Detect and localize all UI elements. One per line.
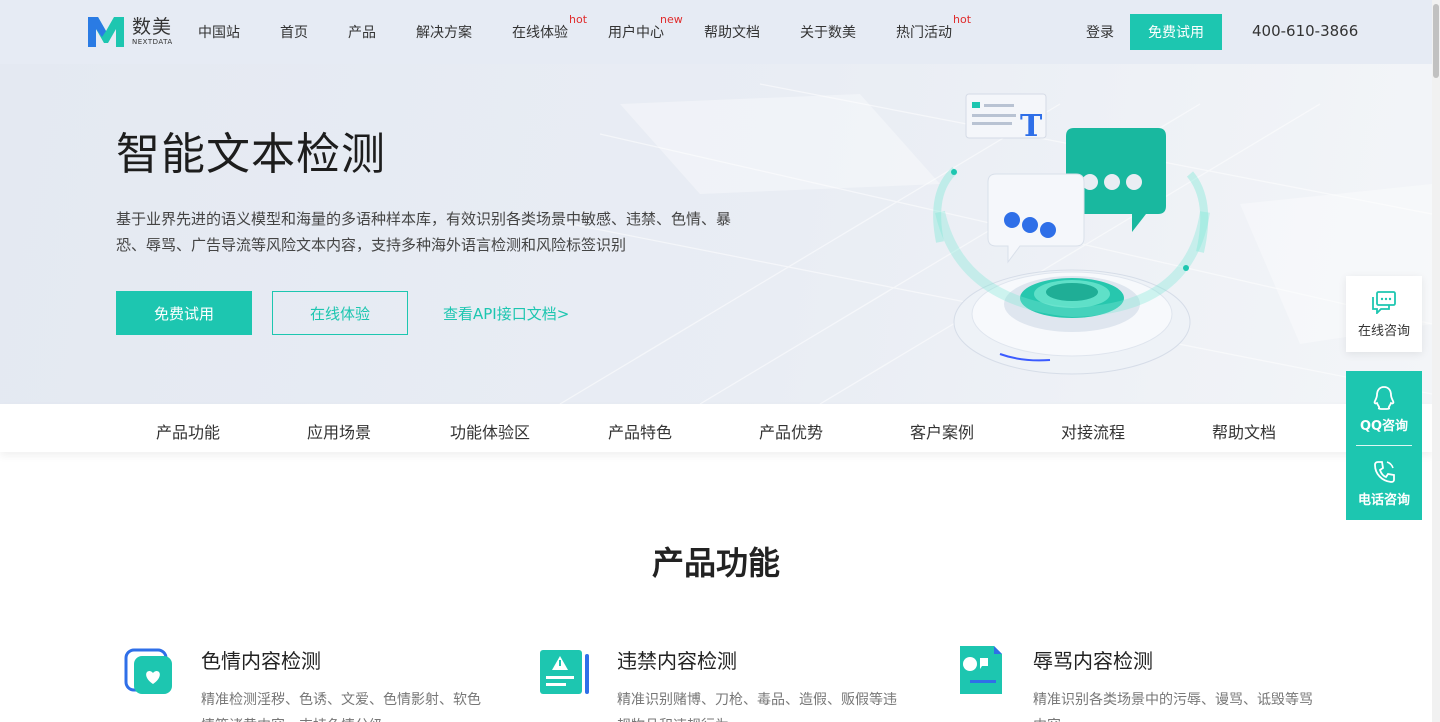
tab-product-highlights[interactable]: 产品特色: [608, 419, 672, 443]
hero-online-experience-button[interactable]: 在线体验: [272, 291, 408, 335]
feature-title-porn: 色情内容检测: [201, 649, 321, 673]
online-consult-label: 在线咨询: [1357, 323, 1410, 339]
phone-consult-label: 电话咨询: [1357, 493, 1410, 508]
features-section-title: 产品功能: [651, 544, 780, 582]
logo-text: 数美: [132, 16, 173, 38]
phone-consult-button[interactable]: 电话咨询: [1346, 459, 1422, 508]
tab-product-features[interactable]: 产品功能: [156, 419, 220, 443]
hero-title: 智能文本检测: [116, 129, 386, 180]
nav-item-about[interactable]: 关于数美: [800, 22, 856, 42]
nav-item-home[interactable]: 首页: [280, 22, 308, 42]
feature-desc-prohibited: 精准识别赌博、刀枪、毒品、造假、贩假等违规物品和违规行为: [617, 692, 897, 722]
qq-consult-label: QQ咨询: [1359, 419, 1409, 434]
page-scrollbar[interactable]: [1432, 0, 1440, 722]
feature-title-prohibited: 违禁内容检测: [617, 649, 737, 673]
hero-free-trial-button[interactable]: 免费试用: [116, 291, 252, 335]
free-trial-button[interactable]: 免费试用: [1130, 14, 1222, 50]
tab-product-advantages[interactable]: 产品优势: [759, 419, 823, 443]
porn-detection-icon: [124, 648, 172, 694]
abuse-detection-icon: [960, 646, 1002, 694]
hot-badge: hot: [569, 13, 588, 26]
nav-item-solutions[interactable]: 解决方案: [416, 22, 472, 42]
tab-integration-process[interactable]: 对接流程: [1061, 419, 1125, 443]
logo-subtext: NEXTDATA: [132, 38, 173, 46]
login-link[interactable]: 登录: [1086, 22, 1114, 42]
qq-icon: [1373, 386, 1395, 410]
nav-item-products[interactable]: 产品: [348, 22, 376, 42]
nav-item-online-experience[interactable]: 在线体验 hot: [512, 13, 587, 42]
top-navbar: 数美 NEXTDATA 中国站 首页 产品 解决方案 在线体验 hot 用户中心 n…: [0, 0, 1440, 64]
hero-description: 基于业界先进的语义模型和海量的多语种样本库，有效识别各类场景中敏感、违禁、色情、…: [116, 210, 732, 254]
new-badge: new: [660, 13, 683, 26]
tab-experience-zone[interactable]: 功能体验区: [450, 419, 530, 443]
api-docs-link[interactable]: 查看API接口文档>: [443, 303, 569, 324]
tab-application-scenarios[interactable]: 应用场景: [307, 419, 371, 443]
feature-desc-abuse: 精准识别各类场景中的污辱、谩骂、诋毁等骂内容: [1033, 692, 1313, 722]
scrollbar-thumb[interactable]: [1433, 4, 1439, 78]
hero-banner: 智能文本检测 基于业界先进的语义模型和海量的多语种样本库，有效识别各类场景中敏感…: [0, 64, 1432, 404]
text-detection-illustration: T: [933, 93, 1210, 375]
phone-number: 400-610-3866: [1252, 22, 1359, 40]
contact-panel: QQ咨询 电话咨询: [1346, 371, 1422, 520]
nav-item-china-site[interactable]: 中国站: [198, 22, 240, 42]
tab-help-docs[interactable]: 帮助文档: [1212, 419, 1276, 443]
logo[interactable]: 数美 NEXTDATA: [86, 14, 173, 50]
chat-icon: [1372, 290, 1396, 314]
divider: [1356, 445, 1412, 446]
feature-desc-porn: 精准检测淫秽、色诱、文爱、色情影射、软色情等诸黄内容，支持色情分级: [201, 692, 481, 722]
nav-item-hot-events[interactable]: 热门活动 hot: [896, 13, 971, 42]
section-tabs: 产品功能 应用场景 功能体验区 产品特色 产品优势 客户案例 对接流程 帮助文档: [0, 404, 1432, 452]
feature-title-abuse: 辱骂内容检测: [1033, 649, 1153, 673]
logo-mark-icon: [88, 17, 124, 47]
hot-badge: hot: [953, 13, 972, 26]
qq-consult-button[interactable]: QQ咨询: [1346, 385, 1422, 434]
tab-customer-cases[interactable]: 客户案例: [910, 419, 974, 443]
nav-item-user-center[interactable]: 用户中心 new: [608, 13, 683, 42]
phone-icon: [1374, 461, 1395, 483]
prohibited-detection-icon: [540, 650, 589, 694]
svg-text:T: T: [1020, 109, 1043, 144]
online-consult-button[interactable]: 在线咨询: [1346, 276, 1422, 352]
nav-item-help-docs[interactable]: 帮助文档: [704, 22, 760, 42]
page: 数美 NEXTDATA 中国站 首页 产品 解决方案 在线体验 hot 用户中心 n…: [0, 0, 1440, 722]
